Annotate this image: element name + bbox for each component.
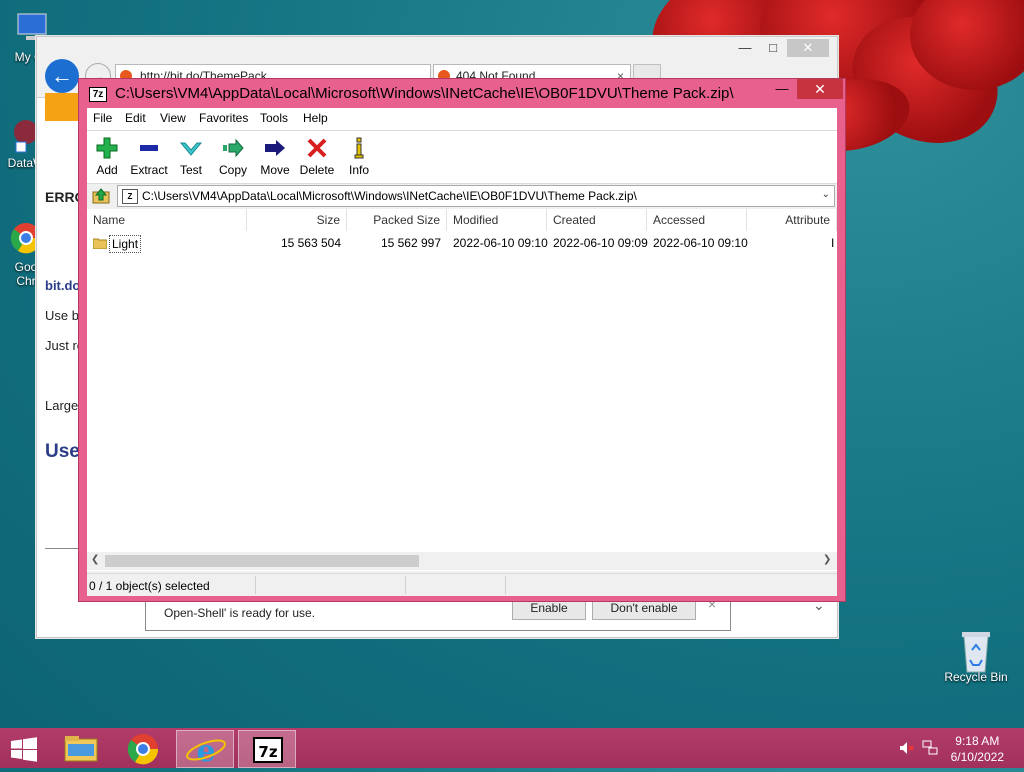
column-header-accessed[interactable]: Accessed — [647, 209, 747, 231]
row-attributes: I — [831, 236, 835, 250]
folder-up-icon — [92, 188, 110, 204]
path-bar: Z C:\Users\VM4\AppData\Local\Microsoft\W… — [87, 184, 837, 208]
delete-x-icon — [293, 137, 341, 159]
clock-time: 9:18 AM — [955, 734, 1000, 748]
7zip-window-title: C:\Users\VM4\AppData\Local\Microsoft\Win… — [115, 85, 734, 102]
speaker-muted-icon[interactable] — [898, 740, 914, 759]
file-explorer-icon — [64, 736, 98, 762]
menu-tools[interactable]: Tools — [260, 111, 288, 125]
taskbar-7zip[interactable]: 7z — [238, 730, 296, 768]
up-folder-button[interactable] — [91, 187, 111, 205]
extract-label: Extract — [130, 163, 168, 177]
internet-explorer-icon: e — [186, 734, 226, 769]
row-packed-size: 15 562 997 — [380, 236, 441, 250]
toolbar: Add Extract Test Copy Move Delete Info — [87, 131, 837, 184]
desktop-icon-label: Recycle Bin — [944, 670, 1008, 684]
ie-page-link[interactable]: bit.do — [45, 278, 80, 293]
7zip-close-button[interactable]: ✕ — [797, 79, 843, 99]
row-size: 15 563 504 — [280, 236, 341, 250]
menu-help[interactable]: Help — [303, 111, 328, 125]
extract-button[interactable]: Extract — [125, 135, 173, 177]
copy-button[interactable]: Copy — [209, 135, 257, 177]
status-divider — [505, 576, 506, 594]
row-accessed: 2022-06-10 09:10 — [653, 236, 748, 250]
7zip-minimize-button[interactable]: — — [769, 81, 795, 99]
7zip-client-area: File Edit View Favorites Tools Help Add … — [87, 108, 837, 596]
move-arrow-icon — [251, 137, 299, 159]
status-divider — [405, 576, 406, 594]
file-list[interactable]: Name Size Packed Size Modified Created A… — [87, 209, 837, 571]
copy-label: Copy — [218, 163, 247, 177]
clock-date: 6/10/2022 — [950, 750, 1004, 764]
status-bar: 0 / 1 object(s) selected — [87, 573, 837, 596]
move-label: Move — [260, 163, 290, 177]
info-label: Info — [348, 163, 369, 177]
test-button[interactable]: Test — [167, 135, 215, 177]
column-header-attributes[interactable]: Attribute — [747, 209, 837, 231]
menu-favorites[interactable]: Favorites — [199, 111, 248, 125]
column-header-modified[interactable]: Modified — [447, 209, 547, 231]
ie-back-button[interactable]: ← — [45, 59, 79, 93]
ie-page-heading: Use — [45, 441, 80, 462]
ie-close-button[interactable]: ✕ — [787, 39, 829, 57]
info-icon — [335, 137, 383, 159]
table-row[interactable]: Light 15 563 504 15 562 997 2022-06-10 0… — [87, 233, 837, 253]
archive-icon: Z — [122, 189, 138, 204]
ie-page-text: Large — [45, 398, 79, 413]
taskbar-file-explorer[interactable] — [52, 730, 110, 768]
taskbar-internet-explorer[interactable]: e — [176, 730, 234, 769]
column-header-name[interactable]: Name — [87, 209, 247, 231]
desktop-icon-recycle-bin[interactable]: Recycle Bin — [940, 630, 1012, 684]
plus-icon — [83, 137, 131, 159]
move-button[interactable]: Move — [251, 135, 299, 177]
scroll-left-icon[interactable]: ❮ — [91, 554, 99, 565]
menu-file[interactable]: File — [93, 111, 112, 125]
delete-button[interactable]: Delete — [293, 135, 341, 177]
ie-page-text: Use b — [45, 308, 79, 323]
scrollbar-thumb[interactable] — [105, 555, 419, 567]
menu-bar: File Edit View Favorites Tools Help — [87, 108, 837, 131]
column-header-created[interactable]: Created — [547, 209, 647, 231]
minus-icon — [125, 137, 173, 159]
recycle-bin-icon — [956, 630, 996, 673]
7zip-titlebar[interactable]: 7z C:\Users\VM4\AppData\Local\Microsoft\… — [79, 79, 845, 107]
row-modified: 2022-06-10 09:10 — [453, 236, 548, 250]
folder-icon — [92, 237, 108, 252]
chrome-icon — [127, 734, 159, 765]
row-created: 2022-06-10 09:09 — [553, 236, 648, 250]
start-button[interactable] — [0, 730, 48, 768]
column-header-size[interactable]: Size — [247, 209, 347, 231]
ie-notification-bar: Open-Shell' is ready for use. Enable Don… — [145, 596, 731, 631]
info-button[interactable]: Info — [335, 135, 383, 177]
delete-label: Delete — [299, 163, 335, 177]
copy-arrow-icon — [209, 137, 257, 159]
network-icon[interactable] — [922, 740, 938, 759]
add-button[interactable]: Add — [83, 135, 131, 177]
row-name[interactable]: Light — [109, 235, 142, 253]
menu-view[interactable]: View — [160, 111, 186, 125]
path-text: C:\Users\VM4\AppData\Local\Microsoft\Win… — [142, 189, 637, 203]
menu-edit[interactable]: Edit — [125, 111, 146, 125]
path-dropdown-chevron-icon[interactable]: ⌄ — [822, 189, 830, 200]
test-label: Test — [179, 163, 202, 177]
windows-logo-icon — [11, 737, 37, 762]
svg-text:e: e — [196, 734, 215, 769]
checkmark-icon — [167, 137, 215, 159]
column-header-packed-size[interactable]: Packed Size — [347, 209, 447, 231]
7zip-window[interactable]: 7z C:\Users\VM4\AppData\Local\Microsoft\… — [78, 78, 846, 602]
status-text: 0 / 1 object(s) selected — [89, 579, 210, 593]
7zip-app-icon: 7z — [89, 87, 107, 102]
taskbar: e 7z 9:18 AM 6/10/2022 — [0, 728, 1024, 769]
notification-text: Open-Shell' is ready for use. — [164, 606, 316, 620]
add-label: Add — [96, 163, 118, 177]
scroll-right-icon[interactable]: ❯ — [823, 554, 831, 565]
clock[interactable]: 9:18 AM 6/10/2022 — [951, 733, 1004, 765]
taskbar-chrome[interactable] — [114, 730, 172, 768]
svg-text:7z: 7z — [258, 743, 277, 761]
status-divider — [255, 576, 256, 594]
7zip-icon: 7z — [253, 737, 283, 763]
path-input[interactable]: Z C:\Users\VM4\AppData\Local\Microsoft\W… — [117, 185, 835, 207]
horizontal-scrollbar[interactable]: ❮ ❯ — [87, 552, 837, 570]
